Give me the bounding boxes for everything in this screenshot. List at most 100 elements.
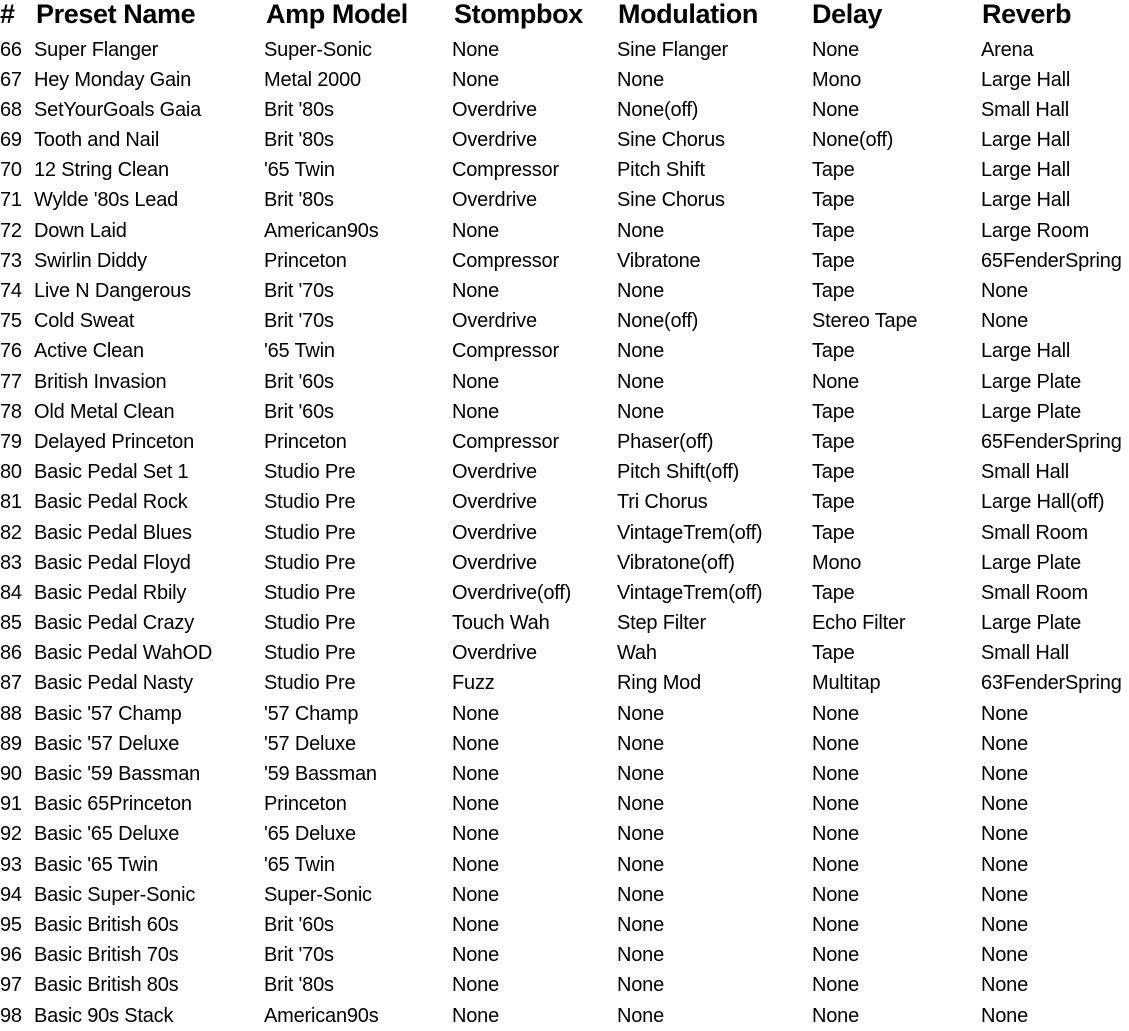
amp-model-cell: Studio Pre bbox=[264, 551, 356, 574]
preset-number-cell: 88 bbox=[0, 702, 22, 725]
modulation-cell: Sine Flanger bbox=[617, 38, 728, 61]
stompbox-cell: None bbox=[452, 370, 500, 393]
preset-name-cell: Basic Pedal Nasty bbox=[34, 672, 193, 695]
stompbox-cell: Overdrive bbox=[452, 491, 537, 514]
header-preset-name: Preset Name bbox=[36, 0, 196, 29]
delay-cell: None bbox=[812, 98, 860, 121]
preset-name-cell: Basic 65Princeton bbox=[34, 793, 192, 816]
table-row: 81 Basic Pedal Rock Studio Pre Overdrive Tri… bbox=[0, 487, 1129, 517]
reverb-cell: Large Hall bbox=[981, 159, 1071, 182]
stompbox-cell: None bbox=[452, 38, 500, 61]
delay-cell: Tape bbox=[812, 521, 855, 544]
reverb-cell: None bbox=[981, 913, 1029, 936]
preset-name-cell: Basic Pedal Rbily bbox=[34, 581, 187, 604]
reverb-cell: None bbox=[981, 1004, 1029, 1027]
reverb-cell: Small Hall bbox=[981, 642, 1070, 665]
amp-model-cell: '65 Twin bbox=[264, 340, 335, 363]
modulation-cell: None bbox=[617, 944, 665, 967]
preset-number-cell: 73 bbox=[0, 249, 22, 272]
table-row: 73 Swirlin Diddy Princeton Compressor Vibrat… bbox=[0, 246, 1129, 276]
preset-name-cell: SetYourGoals Gaia bbox=[34, 98, 202, 121]
modulation-cell: None bbox=[617, 974, 665, 997]
stompbox-cell: None bbox=[452, 763, 500, 785]
table-row: 93 Basic '65 Twin '65 Twin None None None None bbox=[0, 850, 1129, 880]
stompbox-cell: None bbox=[452, 702, 500, 725]
delay-cell: None bbox=[812, 793, 860, 816]
table-row: 88 Basic '57 Champ '57 Champ None None None No… bbox=[0, 699, 1129, 729]
preset-name-cell: Basic '59 Bassman bbox=[34, 763, 201, 785]
table-row: 77 British Invasion Brit '60s None None None L… bbox=[0, 367, 1129, 397]
table-row: 72 Down Laid American90s None None Tape Large … bbox=[0, 216, 1129, 246]
amp-model-cell: '57 Deluxe bbox=[264, 732, 356, 755]
delay-cell: None bbox=[812, 853, 860, 876]
reverb-cell: Large Plate bbox=[981, 400, 1082, 423]
modulation-cell: Sine Chorus bbox=[617, 189, 725, 212]
delay-cell: Tape bbox=[812, 249, 855, 272]
amp-model-cell: Studio Pre bbox=[264, 581, 356, 604]
preset-name-cell: Basic Pedal Crazy bbox=[34, 612, 194, 635]
table-row: 75 Cold Sweat Brit '70s Overdrive None(off) S… bbox=[0, 306, 1129, 336]
delay-cell: None bbox=[812, 1004, 860, 1027]
stompbox-cell: None bbox=[452, 219, 500, 242]
delay-cell: Tape bbox=[812, 430, 855, 453]
preset-number-cell: 80 bbox=[0, 461, 22, 484]
table-row: 86 Basic Pedal WahOD Studio Pre Overdrive Wa… bbox=[0, 638, 1129, 668]
amp-model-cell: Brit '70s bbox=[264, 944, 334, 967]
modulation-cell: None bbox=[617, 853, 665, 876]
preset-name-cell: Old Metal Clean bbox=[34, 400, 175, 423]
amp-model-cell: Princeton bbox=[264, 249, 347, 272]
stompbox-cell: None bbox=[452, 883, 500, 906]
preset-name-cell: Basic Pedal Blues bbox=[34, 521, 192, 544]
modulation-cell: None bbox=[617, 340, 665, 363]
delay-cell: None bbox=[812, 763, 860, 785]
stompbox-cell: Touch Wah bbox=[452, 612, 550, 635]
preset-name-cell: Tooth and Nail bbox=[34, 129, 160, 152]
reverb-cell: Large Plate bbox=[981, 370, 1082, 393]
amp-model-cell: Studio Pre bbox=[264, 612, 356, 635]
reverb-cell: None bbox=[981, 763, 1029, 785]
delay-cell: None bbox=[812, 974, 860, 997]
preset-number-cell: 83 bbox=[0, 551, 22, 574]
stompbox-cell: None bbox=[452, 400, 500, 423]
reverb-cell: Large Hall bbox=[981, 189, 1071, 212]
reverb-cell: Small Room bbox=[981, 581, 1088, 604]
amp-model-cell: American90s bbox=[264, 1004, 379, 1027]
preset-number-cell: 86 bbox=[0, 642, 22, 665]
header-number: # bbox=[0, 0, 15, 29]
preset-name-cell: Down Laid bbox=[34, 219, 127, 242]
preset-number-cell: 89 bbox=[0, 732, 22, 755]
preset-name-cell: Live N Dangerous bbox=[34, 280, 191, 302]
amp-model-cell: Studio Pre bbox=[264, 461, 356, 484]
stompbox-cell: None bbox=[452, 944, 500, 967]
preset-table: # Preset Name Amp Model Stompbox Modulat… bbox=[0, 0, 1129, 1031]
delay-cell: None bbox=[812, 944, 860, 967]
preset-name-cell: Basic Pedal Rock bbox=[34, 491, 188, 514]
amp-model-cell: '65 Deluxe bbox=[264, 823, 356, 846]
table-row: 78 Old Metal Clean Brit '60s None None Tape La… bbox=[0, 397, 1129, 427]
modulation-cell: Ring Mod bbox=[617, 672, 701, 695]
modulation-cell: None bbox=[617, 400, 665, 423]
preset-number-cell: 71 bbox=[0, 189, 22, 212]
table-header-row: # Preset Name Amp Model Stompbox Modulat… bbox=[0, 0, 1129, 32]
table-body: 66 Super Flanger Super-Sonic None Sine Flang… bbox=[0, 35, 1129, 1031]
delay-cell: None bbox=[812, 732, 860, 755]
stompbox-cell: None bbox=[452, 1004, 500, 1027]
table-row: 96 Basic British 70s Brit '70s None None None… bbox=[0, 940, 1129, 970]
table-row: 98 Basic 90s Stack American90s None None None… bbox=[0, 1001, 1129, 1031]
reverb-cell: None bbox=[981, 823, 1029, 846]
amp-model-cell: Princeton bbox=[264, 793, 347, 816]
delay-cell: Tape bbox=[812, 642, 855, 665]
header-reverb: Reverb bbox=[982, 0, 1072, 29]
delay-cell: Mono bbox=[812, 551, 862, 574]
amp-model-cell: Brit '60s bbox=[264, 913, 334, 936]
preset-number-cell: 70 bbox=[0, 159, 22, 182]
amp-model-cell: '57 Champ bbox=[264, 702, 359, 725]
modulation-cell: Sine Chorus bbox=[617, 129, 725, 152]
preset-name-cell: Basic 90s Stack bbox=[34, 1004, 174, 1027]
stompbox-cell: Overdrive bbox=[452, 98, 537, 121]
table-row: 83 Basic Pedal Floyd Studio Pre Overdrive Vi… bbox=[0, 548, 1129, 578]
reverb-cell: None bbox=[981, 883, 1029, 906]
preset-number-cell: 82 bbox=[0, 521, 22, 544]
stompbox-cell: Overdrive bbox=[452, 551, 537, 574]
modulation-cell: None(off) bbox=[617, 98, 699, 121]
